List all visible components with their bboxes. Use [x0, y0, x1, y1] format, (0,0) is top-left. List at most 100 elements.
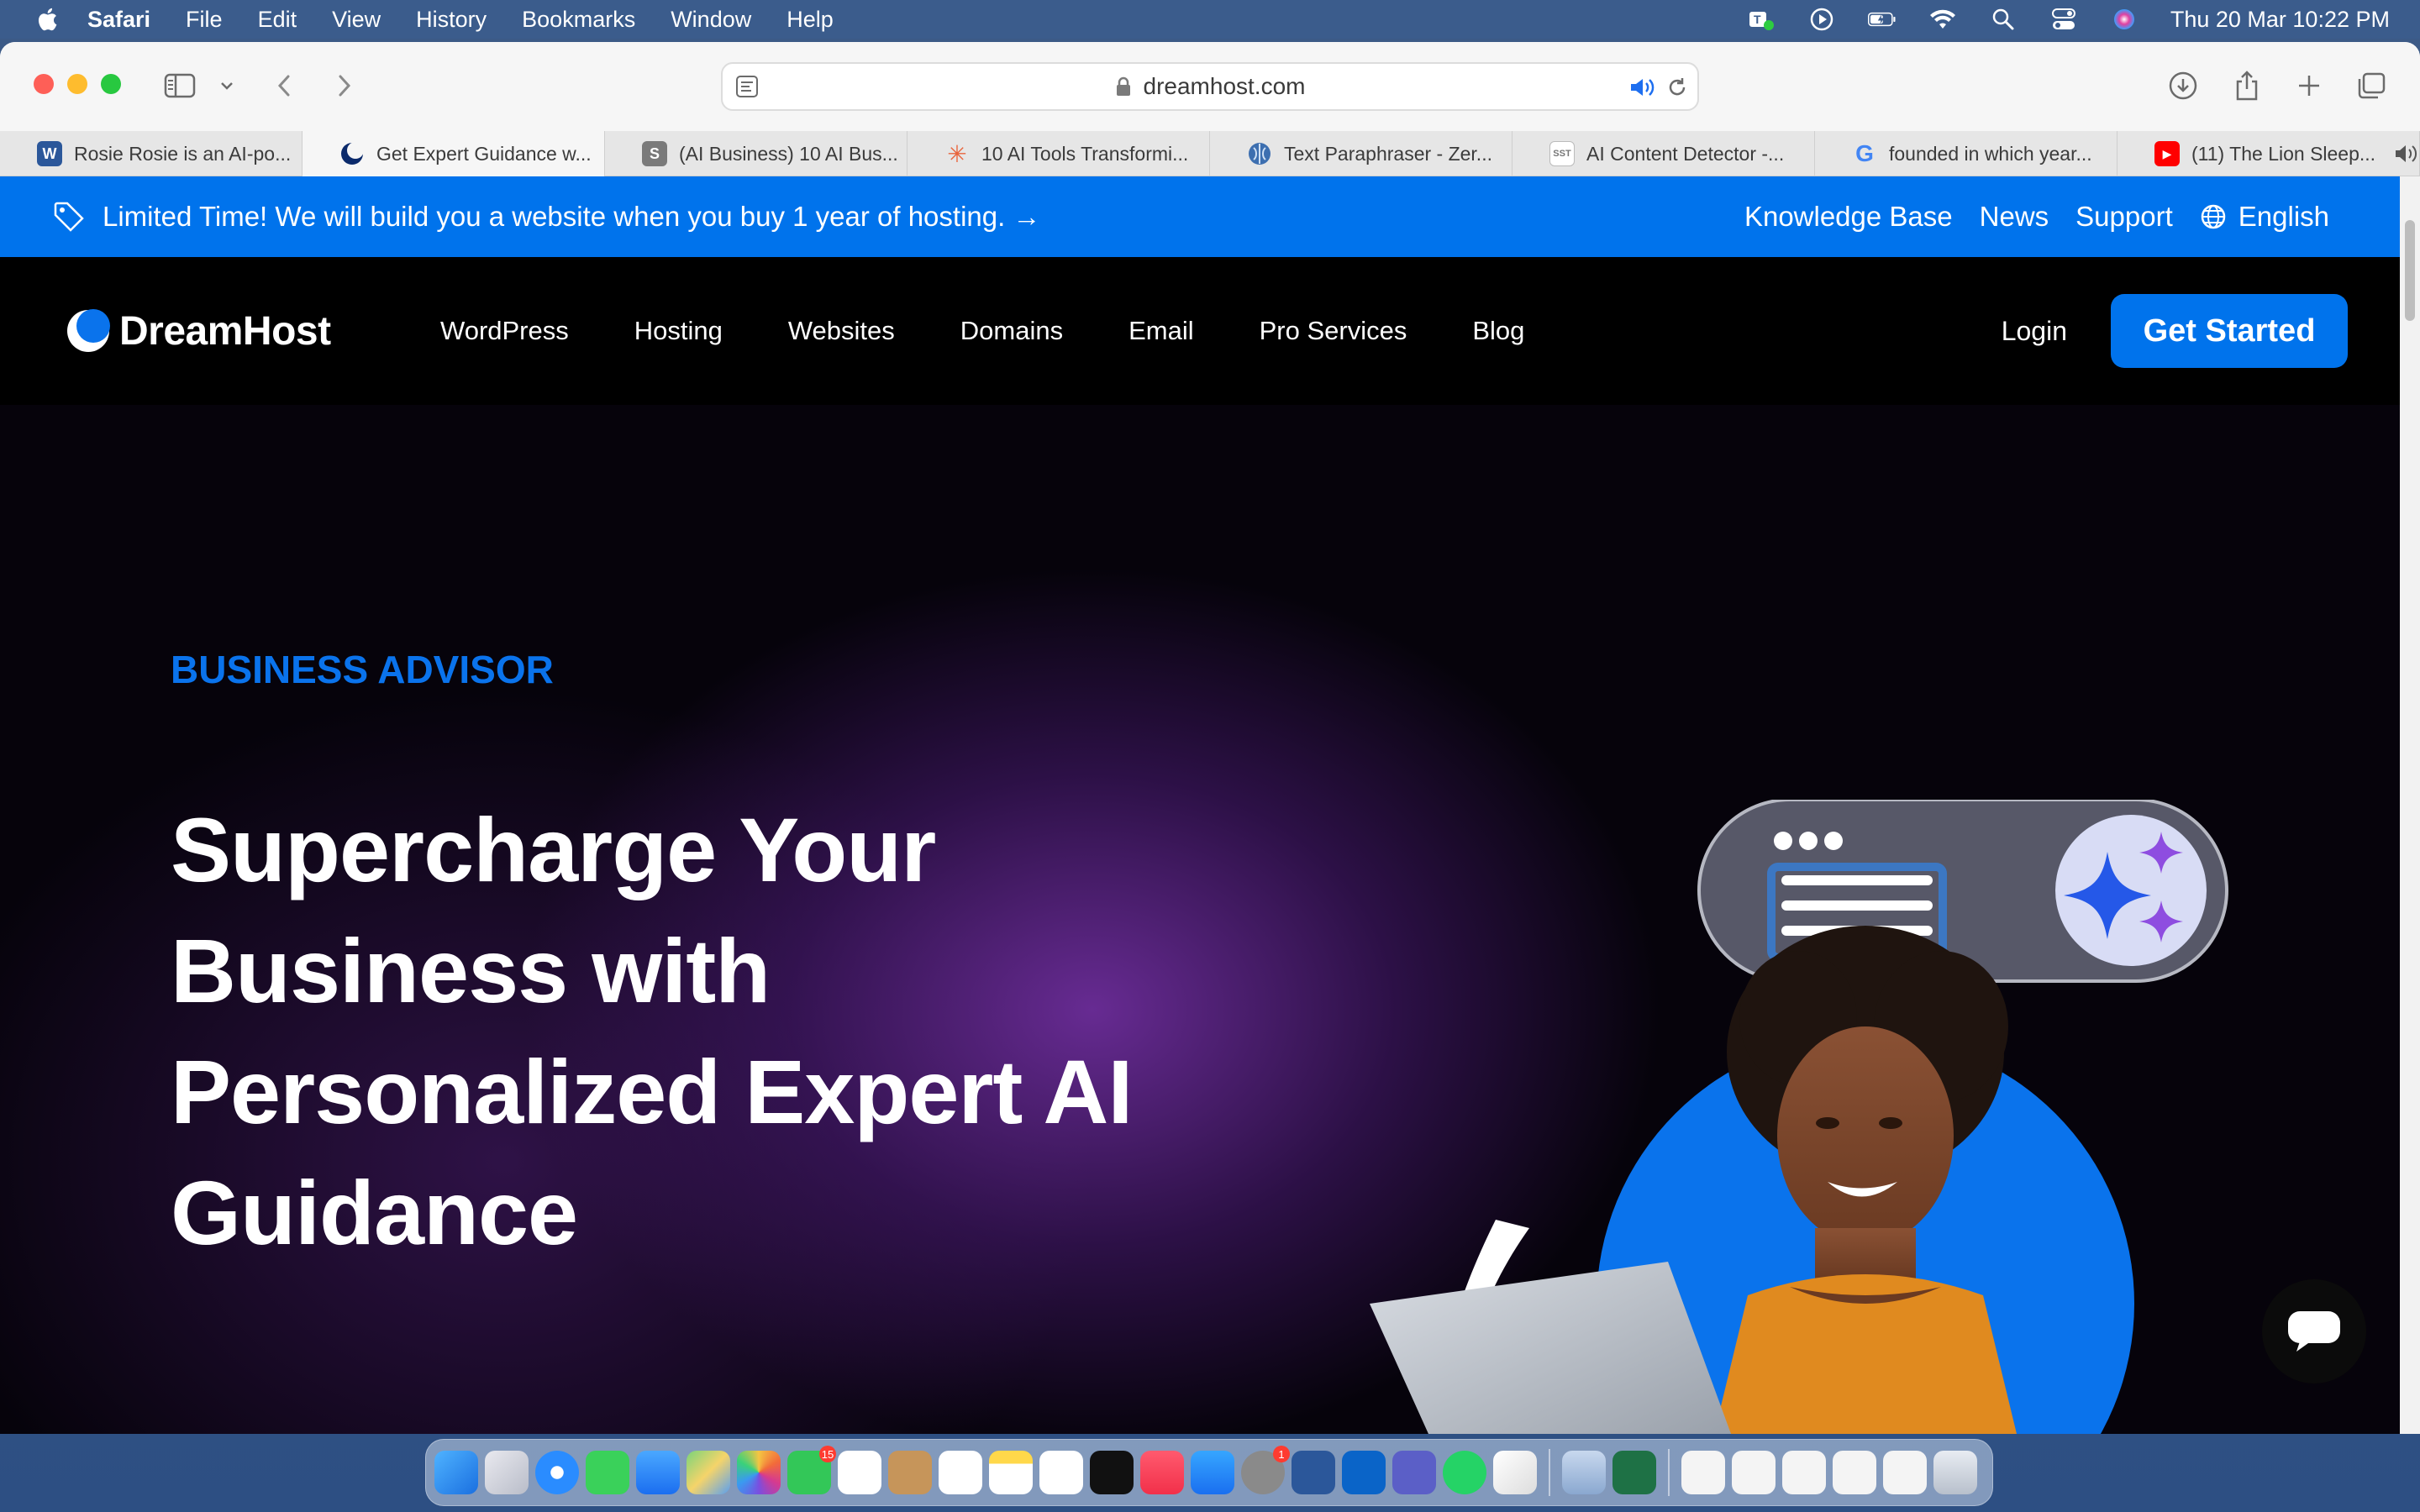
promo-link[interactable]: Limited Time! We will build you a websit… [103, 201, 1040, 233]
screenshot-app-icon[interactable] [1562, 1451, 1606, 1494]
recent-document-thumbnail[interactable] [1681, 1451, 1725, 1494]
menu-history[interactable]: History [416, 7, 487, 33]
recent-document-thumbnail[interactable] [1782, 1451, 1826, 1494]
login-link[interactable]: Login [2002, 257, 2067, 405]
maps-icon[interactable] [687, 1451, 730, 1494]
preview-icon[interactable] [1493, 1451, 1537, 1494]
support-link[interactable]: Support [2075, 201, 2173, 233]
teams-status-icon[interactable]: T [1747, 7, 1776, 32]
nav-websites[interactable]: Websites [788, 316, 895, 346]
tab-google-search[interactable]: G founded in which year... [1815, 131, 2118, 176]
chat-widget-button[interactable] [2262, 1279, 2366, 1383]
tab-youtube[interactable]: ▶ (11) The Lion Sleep... [2118, 131, 2420, 176]
scrollbar-thumb[interactable] [2405, 220, 2415, 321]
chat-bubble-icon [2288, 1311, 2340, 1352]
promo-banner: Limited Time! We will build you a websit… [0, 176, 2400, 257]
calendar-icon[interactable] [838, 1451, 881, 1494]
menu-bookmarks[interactable]: Bookmarks [522, 7, 635, 33]
menubar-clock[interactable]: Thu 20 Mar 10:22 PM [2170, 7, 2390, 33]
apple-logo-icon[interactable] [34, 5, 59, 34]
menu-help[interactable]: Help [786, 7, 834, 33]
speaker-icon[interactable] [1628, 76, 1655, 103]
menu-file[interactable]: File [186, 7, 223, 33]
laptop-graphic [1370, 1262, 1731, 1434]
tab-paraphraser[interactable]: Text Paraphraser - Zer... [1210, 131, 1512, 176]
news-link[interactable]: News [1980, 201, 2049, 233]
lock-icon [1116, 76, 1130, 96]
tab-ai-content-detector[interactable]: SST AI Content Detector -... [1512, 131, 1815, 176]
app-store-icon[interactable] [1191, 1451, 1234, 1494]
menu-app-name[interactable]: Safari [87, 7, 150, 33]
finder-icon[interactable] [434, 1451, 478, 1494]
close-window-button[interactable] [34, 74, 54, 94]
nav-hosting[interactable]: Hosting [634, 316, 723, 346]
whatsapp-icon[interactable] [1443, 1451, 1486, 1494]
sidebar-toggle-icon[interactable] [163, 69, 197, 102]
tab-label: (11) The Lion Sleep... [2191, 142, 2376, 165]
outlook-icon[interactable] [1342, 1451, 1386, 1494]
music-icon[interactable] [1140, 1451, 1184, 1494]
facetime-icon[interactable]: 15 [787, 1446, 836, 1494]
teams-icon[interactable] [1392, 1451, 1436, 1494]
launchpad-icon[interactable] [485, 1451, 529, 1494]
messages-icon[interactable] [586, 1451, 629, 1494]
zoom-window-button[interactable] [101, 74, 121, 94]
knowledge-base-link[interactable]: Knowledge Base [1744, 201, 1953, 233]
notes-icon[interactable] [989, 1451, 1033, 1494]
menu-edit[interactable]: Edit [258, 7, 297, 33]
system-settings-icon[interactable]: 1 [1241, 1446, 1290, 1494]
tab-dreamhost[interactable]: Get Expert Guidance w... [302, 131, 605, 176]
tab-label: (AI Business) 10 AI Bus... [679, 142, 898, 165]
word-icon[interactable] [1292, 1451, 1335, 1494]
page-scrollbar[interactable] [2400, 176, 2420, 1434]
reload-icon[interactable] [1665, 76, 1689, 103]
utility-links: Knowledge Base News Support English [1744, 176, 2329, 257]
forward-icon[interactable] [328, 69, 361, 102]
nav-email[interactable]: Email [1128, 316, 1194, 346]
page-menu-icon[interactable] [734, 74, 760, 103]
dreamhost-logo[interactable]: DreamHost [66, 308, 331, 354]
macos-dock: 15 1 [425, 1439, 1993, 1506]
minimize-window-button[interactable] [67, 74, 87, 94]
nav-blog[interactable]: Blog [1472, 316, 1524, 346]
wifi-icon[interactable] [1928, 7, 1957, 32]
get-started-button[interactable]: Get Started [2111, 294, 2348, 368]
spotlight-search-icon[interactable] [1989, 7, 2018, 32]
back-icon[interactable] [267, 69, 301, 102]
nav-wordpress[interactable]: WordPress [440, 316, 569, 346]
nav-pro-services[interactable]: Pro Services [1260, 316, 1407, 346]
downloads-icon[interactable] [2166, 69, 2200, 102]
language-selector[interactable]: English [2238, 201, 2329, 233]
share-icon[interactable] [2230, 69, 2264, 102]
tab-ai-tools[interactable]: ✳ 10 AI Tools Transformi... [908, 131, 1210, 176]
trash-icon[interactable] [1933, 1451, 1977, 1494]
recent-document-thumbnail[interactable] [1732, 1451, 1776, 1494]
control-center-icon[interactable] [2049, 7, 2078, 32]
play-circle-icon[interactable] [1807, 7, 1836, 32]
contacts-icon[interactable] [888, 1451, 932, 1494]
tab-label: Rosie Rosie is an AI-po... [74, 142, 292, 165]
apple-tv-icon[interactable] [1090, 1451, 1134, 1494]
address-bar[interactable]: dreamhost.com [721, 62, 1699, 111]
menu-window[interactable]: Window [671, 7, 751, 33]
reminders-icon[interactable] [939, 1451, 982, 1494]
menubar-status-area: T Thu 20 Mar 10:22 PM [1747, 0, 2390, 39]
safari-icon[interactable] [535, 1451, 579, 1494]
nav-domains[interactable]: Domains [960, 316, 1063, 346]
freeform-icon[interactable] [1039, 1451, 1083, 1494]
settings-badge: 1 [1273, 1446, 1290, 1462]
recent-document-thumbnail[interactable] [1833, 1451, 1876, 1494]
photos-icon[interactable] [737, 1451, 781, 1494]
tab-word-doc[interactable]: W Rosie Rosie is an AI-po... [0, 131, 302, 176]
battery-charging-icon[interactable] [1867, 7, 1897, 32]
menu-view[interactable]: View [332, 7, 381, 33]
recent-document-thumbnail[interactable] [1883, 1451, 1927, 1494]
tab-audio-icon[interactable] [2394, 143, 2417, 170]
new-tab-icon[interactable] [2292, 69, 2326, 102]
tab-overview-icon[interactable] [2354, 69, 2388, 102]
mail-icon[interactable] [636, 1451, 680, 1494]
excel-icon[interactable] [1612, 1451, 1656, 1494]
tab-ai-business[interactable]: S (AI Business) 10 AI Bus... [605, 131, 908, 176]
chevron-down-icon[interactable] [210, 69, 244, 102]
siri-icon[interactable] [2110, 7, 2139, 32]
